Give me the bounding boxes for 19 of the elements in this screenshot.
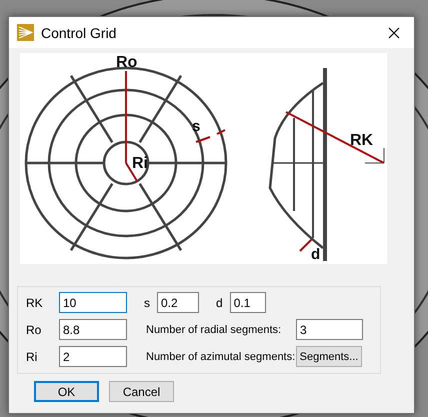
dialog-button[interactable]: Cancel <box>109 381 174 402</box>
input-field[interactable]: 10 <box>59 292 127 313</box>
input-field[interactable]: 2 <box>59 346 127 367</box>
field-label: Ri <box>25 350 38 364</box>
input-field[interactable]: 3 <box>296 319 363 340</box>
close-icon <box>388 26 400 38</box>
app-logo-icon <box>17 24 34 41</box>
segments-button[interactable]: Segments... <box>296 346 362 367</box>
window-title: Control Grid <box>41 24 118 40</box>
field-label: Number of radial segments: <box>146 324 282 336</box>
field-label: Number of azimutal segments: <box>146 350 296 362</box>
input-field[interactable]: 0.1 <box>230 292 266 313</box>
field-label: RK <box>25 296 44 310</box>
input-field[interactable]: 8.8 <box>59 319 127 340</box>
dialog-button[interactable]: OK <box>34 381 99 402</box>
field-label: d <box>216 296 223 310</box>
input-field[interactable]: 0.2 <box>157 292 199 313</box>
field-label: Ro <box>25 322 42 336</box>
field-label: s <box>144 296 150 310</box>
